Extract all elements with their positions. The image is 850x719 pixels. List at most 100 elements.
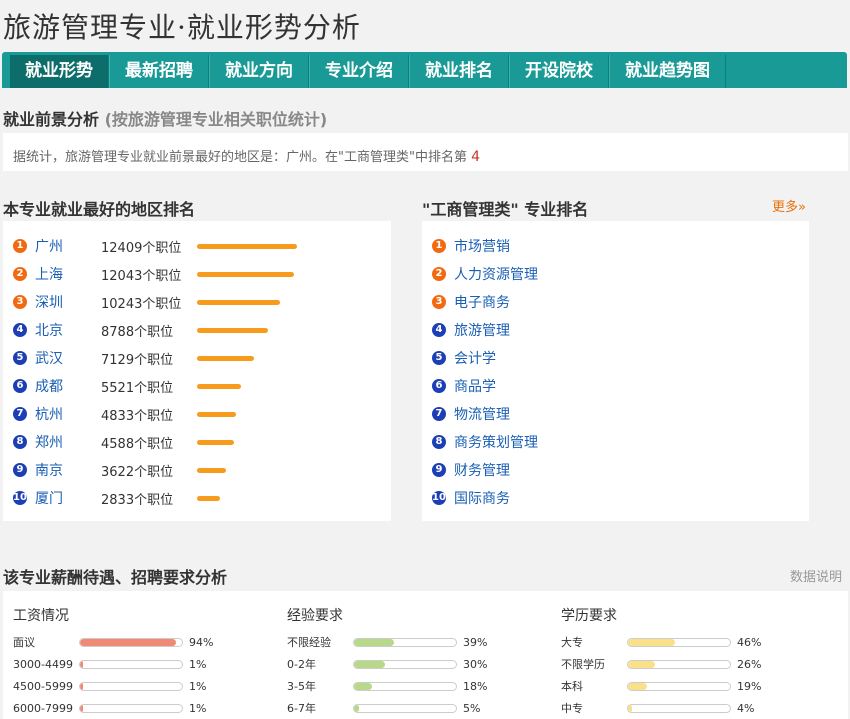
rank-number-badge: 4: [432, 323, 446, 337]
prospect-subtitle: (按旅游管理专业相关职位统计): [104, 110, 328, 129]
prospect-title: 就业前景分析: [3, 110, 100, 129]
region-city-link[interactable]: 南京: [35, 460, 101, 480]
tab-bar: 就业形势 最新招聘 就业方向 专业介绍 就业排名 开设院校 就业趋势图: [2, 52, 847, 88]
analysis-row: 4500-5999 1%: [13, 675, 213, 697]
percent-bar-track: [627, 637, 731, 647]
region-city-link[interactable]: 厦门: [35, 488, 101, 508]
percent-bar-fill: [80, 704, 83, 712]
region-city-link[interactable]: 广州: [35, 236, 101, 256]
analysis-row-label: 6-7年: [287, 702, 316, 715]
analysis-row: 0-2年 30%: [287, 653, 487, 675]
major-rank-row: 6 商品学: [432, 372, 809, 400]
job-count-bar: [197, 299, 280, 305]
major-name-link[interactable]: 旅游管理: [454, 320, 510, 340]
major-name-link[interactable]: 电子商务: [454, 292, 510, 312]
major-name-link[interactable]: 商品学: [454, 376, 496, 396]
tab-colleges[interactable]: 开设院校: [509, 55, 609, 88]
rank-number-badge: 3: [432, 295, 446, 309]
percent-value: 5%: [463, 701, 481, 715]
major-rank-row: 5 会计学: [432, 344, 809, 372]
major-rank-row: 10 国际商务: [432, 484, 809, 512]
percent-bar-track: [353, 637, 457, 647]
major-name-link[interactable]: 财务管理: [454, 460, 510, 480]
region-rank-row: 10 厦门 2833个职位: [13, 484, 391, 512]
tab-career-direction[interactable]: 就业方向: [209, 55, 309, 88]
major-name-link[interactable]: 物流管理: [454, 404, 510, 424]
job-count-bar: [197, 327, 268, 333]
job-count: 4588个职位: [101, 436, 174, 452]
rank-number-badge: 6: [13, 379, 27, 393]
job-count: 10243个职位: [101, 296, 182, 312]
job-count: 5521个职位: [101, 380, 174, 396]
rank-number-badge: 9: [13, 463, 27, 477]
percent-bar-track: [353, 659, 457, 669]
region-city-link[interactable]: 深圳: [35, 292, 101, 312]
analysis-column-title: 工资情况: [13, 608, 69, 624]
region-rank-title: 本专业就业最好的地区排名: [3, 200, 196, 219]
job-count-bar: [197, 439, 234, 445]
analysis-row-label: 大专: [561, 636, 583, 649]
analysis-row-label: 中专: [561, 702, 583, 715]
major-name-link[interactable]: 国际商务: [454, 488, 510, 508]
percent-bar-fill: [628, 660, 655, 668]
percent-bar-track: [353, 703, 457, 713]
analysis-row: 大专 46%: [561, 631, 761, 653]
percent-value: 46%: [737, 635, 762, 649]
analysis-row: 面议 94%: [13, 631, 213, 653]
percent-bar-fill: [354, 638, 394, 646]
tab-employment-rank[interactable]: 就业排名: [409, 55, 509, 88]
percent-bar-track: [79, 659, 183, 669]
percent-bar-fill: [80, 638, 176, 646]
job-count: 8788个职位: [101, 324, 174, 340]
major-rank-title: "工商管理类" 专业排名: [422, 200, 589, 219]
region-city-link[interactable]: 北京: [35, 320, 101, 340]
analysis-row: 3-5年 18%: [287, 675, 487, 697]
analysis-column: 经验要求 不限经验 39% 0-2年 30% 3-5年 18% 6-7年 5%: [287, 605, 487, 719]
major-name-link[interactable]: 商务策划管理: [454, 432, 538, 452]
percent-bar-track: [79, 681, 183, 691]
major-rank-row: 4 旅游管理: [432, 316, 809, 344]
rank-number-badge: 1: [13, 239, 27, 253]
rank-number-badge: 2: [432, 267, 446, 281]
percent-bar-track: [627, 681, 731, 691]
major-name-link[interactable]: 人力资源管理: [454, 264, 538, 284]
major-name-link[interactable]: 市场营销: [454, 236, 510, 256]
analysis-row-label: 本科: [561, 680, 583, 693]
region-city-link[interactable]: 郑州: [35, 432, 101, 452]
data-note-link[interactable]: 数据说明: [790, 566, 842, 585]
more-link[interactable]: 更多»: [772, 196, 806, 215]
percent-value: 30%: [463, 657, 488, 671]
percent-value: 19%: [737, 679, 762, 693]
region-city-link[interactable]: 上海: [35, 264, 101, 284]
region-city-link[interactable]: 杭州: [35, 404, 101, 424]
major-rank-row: 7 物流管理: [432, 400, 809, 428]
tab-employment-situation[interactable]: 就业形势: [10, 55, 109, 88]
percent-value: 18%: [463, 679, 488, 693]
rank-number-badge: 7: [13, 407, 27, 421]
percent-bar-fill: [354, 704, 359, 712]
rank-number-badge: 5: [13, 351, 27, 365]
analysis-row-label: 3-5年: [287, 680, 316, 693]
percent-bar-fill: [354, 682, 372, 690]
tab-trend-chart[interactable]: 就业趋势图: [609, 55, 726, 88]
job-count: 12409个职位: [101, 240, 182, 256]
major-rank-list: 1 市场营销 2 人力资源管理 3 电子商务 4 旅游管理 5 会计学 6 商品学 7 物流管理 8 商务策划…: [432, 232, 809, 512]
job-count-bar: [197, 383, 241, 389]
job-count-bar: [197, 495, 220, 501]
salary-card: 工资情况 面议 94% 3000-4499 1% 4500-5999 1% 6000-7999…: [3, 591, 848, 719]
major-name-link[interactable]: 会计学: [454, 348, 496, 368]
analysis-row-label: 3000-4499: [13, 657, 73, 671]
region-city-link[interactable]: 成都: [35, 376, 101, 396]
percent-bar-track: [627, 703, 731, 713]
tab-latest-jobs[interactable]: 最新招聘: [109, 55, 209, 88]
tab-major-intro[interactable]: 专业介绍: [309, 55, 409, 88]
percent-bar-fill: [628, 682, 647, 690]
percent-bar-fill: [628, 704, 632, 712]
rank-number-badge: 1: [432, 239, 446, 253]
rank-number-badge: 7: [432, 407, 446, 421]
rank-number-badge: 2: [13, 267, 27, 281]
region-rank-row: 8 郑州 4588个职位: [13, 428, 391, 456]
analysis-row-label: 0-2年: [287, 658, 316, 671]
major-rank-card: 1 市场营销 2 人力资源管理 3 电子商务 4 旅游管理 5 会计学 6 商品学 7 物流管理 8 商务策划…: [422, 221, 809, 521]
region-city-link[interactable]: 武汉: [35, 348, 101, 368]
